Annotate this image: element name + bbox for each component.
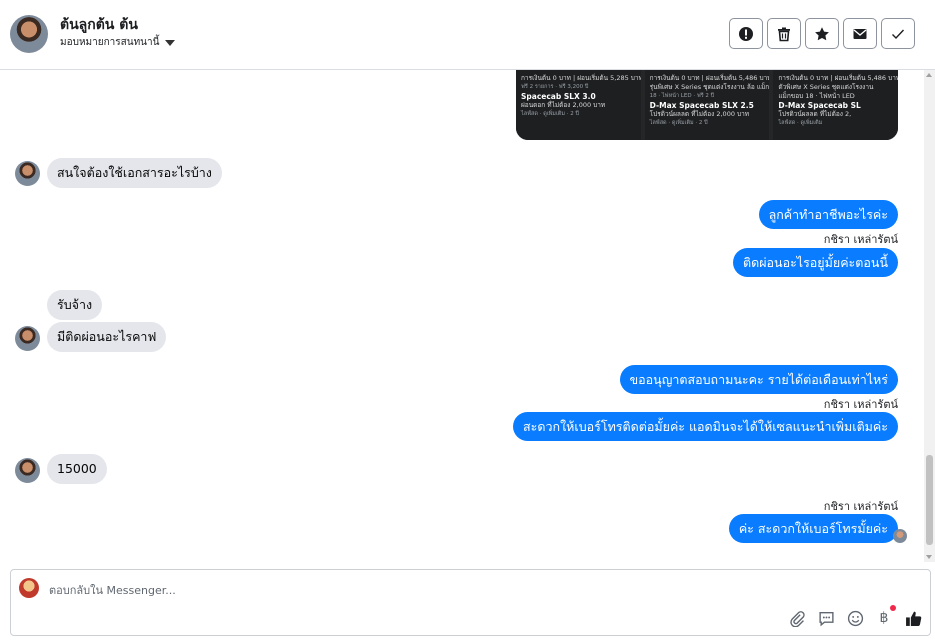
trash-icon bbox=[778, 27, 790, 41]
card-line: การเงินต้น 0 บาท | ผ่อนเริ่มต้น 5,486 บา… bbox=[649, 74, 770, 82]
scroll-thumb[interactable] bbox=[926, 455, 933, 545]
incoming-message[interactable]: มีติดผ่อนอะไรคาฟ bbox=[47, 322, 167, 352]
message-thread[interactable]: การเงินต้น 0 บาท | ผ่อนเริ่มต้น 5,285 บา… bbox=[0, 70, 924, 562]
contact-name[interactable]: ต้นลูกต้น ต้น bbox=[60, 14, 138, 36]
payment-button[interactable]: ฿ bbox=[875, 605, 896, 627]
composer-tools: ฿ bbox=[788, 605, 922, 627]
card-line: โปรดิวน์ผลลด ที่ไม่ต้อง 2,000 บาท bbox=[649, 110, 750, 118]
sender-label: กชิรา เหล่ารัตน์ bbox=[823, 233, 898, 246]
star-icon bbox=[815, 26, 829, 40]
saved-replies-button[interactable] bbox=[817, 609, 835, 627]
mark-done-button[interactable] bbox=[881, 18, 915, 49]
header-actions bbox=[729, 18, 915, 49]
card-line: แม็กขอบ 18 · ไฟหน้า LED bbox=[778, 92, 855, 100]
card-line: 18 · ไฟหน้า LED · ฟรี 2 ปี bbox=[649, 93, 715, 99]
card-line: ฟรี 2 รายการ · ฟรี 3,200 ปี bbox=[521, 84, 589, 90]
conversation-header: ต้นลูกต้น ต้น มอบหมายการสนทนานี้ bbox=[0, 0, 935, 70]
customer-avatar[interactable] bbox=[15, 458, 40, 483]
sender-label: กชิรา เหล่ารัตน์ bbox=[823, 500, 898, 513]
contact-avatar[interactable] bbox=[10, 15, 48, 53]
star-button[interactable] bbox=[805, 18, 839, 49]
card-title: D-Max Spacecab SL bbox=[778, 101, 861, 110]
customer-avatar[interactable] bbox=[15, 326, 40, 351]
card-line: การเงินต้น 0 บาท | ผ่อนเริ่มต้น 5,486 บา… bbox=[778, 74, 898, 82]
seen-indicator-avatar bbox=[893, 529, 907, 543]
envelope-icon bbox=[853, 28, 867, 39]
assign-label: มอบหมายการสนทนานี้ bbox=[60, 37, 160, 48]
shared-post-carousel[interactable]: การเงินต้น 0 บาท | ผ่อนเริ่มต้น 5,285 บา… bbox=[516, 70, 898, 140]
mark-unread-button[interactable] bbox=[843, 18, 877, 49]
card-title: D-Max Spacecab SLX 2.5 bbox=[649, 101, 754, 110]
incoming-message[interactable]: 15000 bbox=[47, 454, 107, 484]
outgoing-message[interactable]: ค่ะ สะดวกให้เบอร์โทรมั้ยค่ะ bbox=[728, 514, 898, 543]
baht-icon: ฿ bbox=[879, 610, 889, 626]
scroll-up-arrow[interactable] bbox=[926, 73, 932, 77]
like-button[interactable] bbox=[904, 609, 922, 627]
card-line: ผ่อนดอก ที่ไม่ต้อง 2,000 บาท bbox=[521, 101, 606, 109]
outgoing-message[interactable]: ติดผ่อนอะไรอยู่มั้ยค่ะตอนนี้ bbox=[732, 248, 898, 277]
check-icon bbox=[892, 29, 905, 39]
alert-icon bbox=[739, 26, 753, 41]
card-line: ไลฟ์สด · ดูเพิ่มเติม · 2 ปี bbox=[649, 120, 708, 126]
card-line: โปรดิวน์ผลลด ที่ไม่ต้อง 2, bbox=[778, 110, 852, 118]
delete-button[interactable] bbox=[767, 18, 801, 49]
outgoing-message[interactable]: ขออนุญาตสอบถามนะคะ รายได้ต่อเดือนเท่าไหร… bbox=[619, 365, 898, 394]
mark-spam-button[interactable] bbox=[729, 18, 763, 49]
card-line: ไลฟ์สด · ดูเพิ่มเติม bbox=[778, 120, 823, 126]
emoji-icon bbox=[847, 610, 863, 626]
scroll-down-arrow[interactable] bbox=[926, 555, 932, 559]
outgoing-message[interactable]: สะดวกให้เบอร์โทรติดต่อมั้ยค่ะ แอดมินจะได… bbox=[513, 412, 898, 441]
reply-input[interactable] bbox=[49, 582, 749, 598]
page-avatar bbox=[19, 578, 39, 598]
card-line: การเงินต้น 0 บาท | ผ่อนเริ่มต้น 5,285 บา… bbox=[521, 74, 641, 82]
attach-file-button[interactable] bbox=[788, 609, 806, 627]
caret-down-icon bbox=[165, 39, 176, 46]
sender-label: กชิรา เหล่ารัตน์ bbox=[823, 398, 898, 411]
thread-scrollbar[interactable] bbox=[924, 70, 935, 562]
thumbs-up-icon bbox=[905, 611, 921, 626]
card-line: ตัวพิเศษ X Series ชุดแต่งโรงงาน bbox=[778, 83, 874, 91]
card-title: Spacecab SLX 3.0 bbox=[521, 92, 596, 101]
shared-post-card[interactable]: การเงินต้น 0 บาท | ผ่อนเริ่มต้น 5,486 บา… bbox=[773, 70, 898, 140]
paperclip-icon bbox=[789, 610, 805, 627]
reply-composer: ฿ bbox=[10, 569, 931, 636]
notification-dot bbox=[890, 605, 896, 611]
shared-post-card[interactable]: การเงินต้น 0 บาท | ผ่อนเริ่มต้น 5,285 บา… bbox=[516, 70, 641, 140]
card-line: รุ่นพิเศษ X Series ชุดแต่งโรงงาน ล้อ แม็… bbox=[649, 83, 770, 91]
outgoing-message[interactable]: ลูกค้าทำอาชีพอะไรค่ะ bbox=[758, 200, 898, 229]
card-line: ไลฟ์สด · ดูเพิ่มเติม · 2 ปี bbox=[521, 111, 579, 117]
customer-avatar[interactable] bbox=[15, 161, 40, 186]
incoming-message[interactable]: สนใจต้องใช้เอกสารอะไรบ้าง bbox=[47, 158, 222, 188]
incoming-message[interactable]: รับจ้าง bbox=[47, 290, 103, 320]
emoji-button[interactable] bbox=[846, 609, 864, 627]
saved-reply-icon bbox=[818, 611, 834, 626]
shared-post-card[interactable]: การเงินต้น 0 บาท | ผ่อนเริ่มต้น 5,486 บา… bbox=[644, 70, 770, 140]
assign-conversation-dropdown[interactable]: มอบหมายการสนทนานี้ bbox=[60, 35, 176, 50]
